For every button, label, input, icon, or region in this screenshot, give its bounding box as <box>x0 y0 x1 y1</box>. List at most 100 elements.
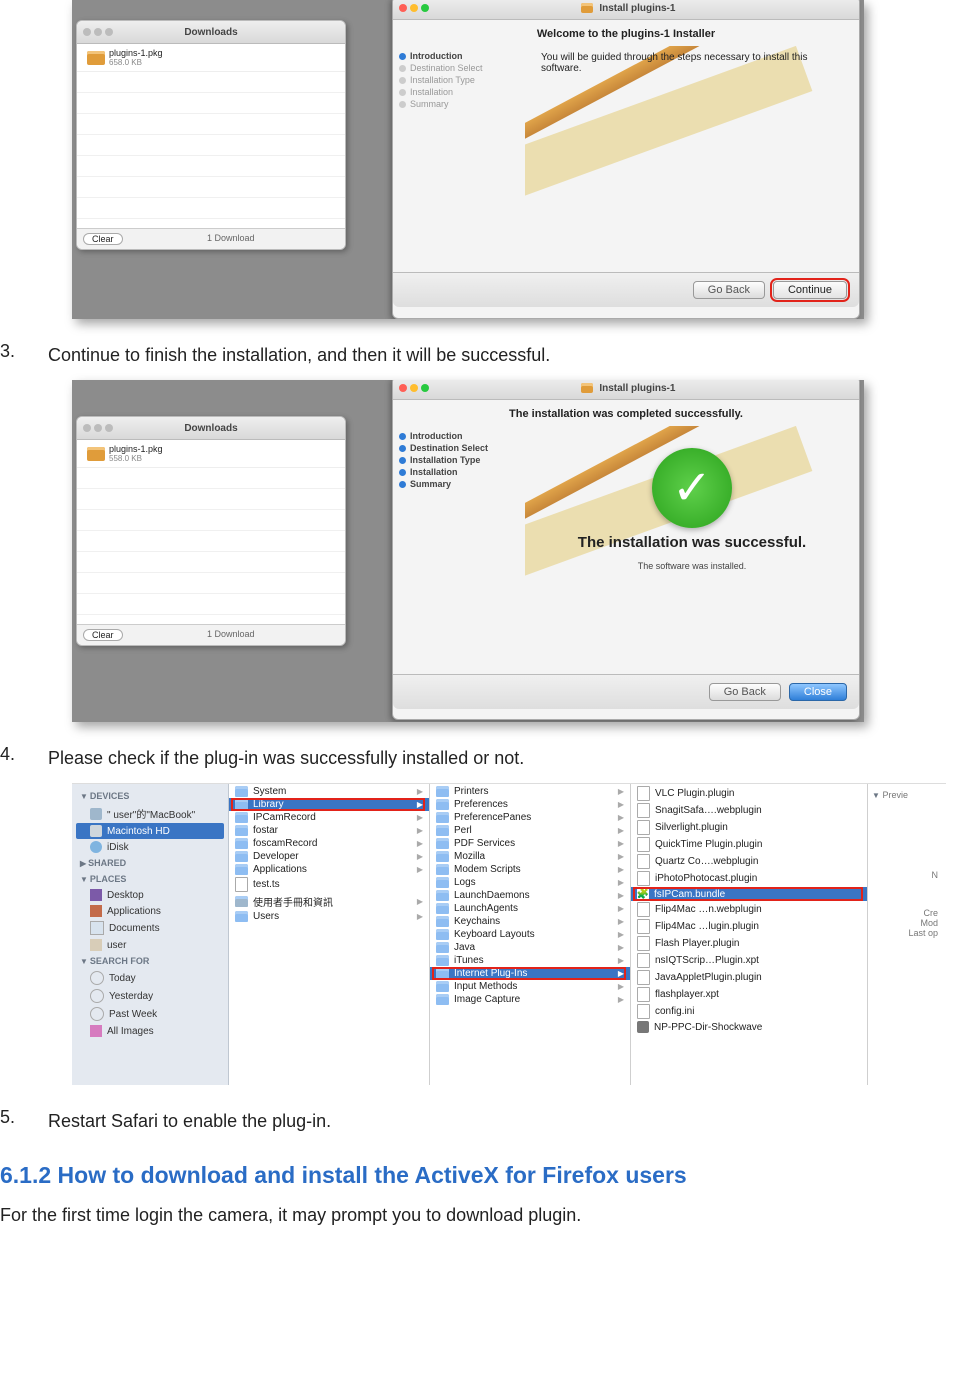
folder-fostar[interactable]: fostar▶ <box>229 824 429 837</box>
sidebar-device-idisk[interactable]: iDisk <box>72 839 228 855</box>
folder-developer[interactable]: Developer▶ <box>229 850 429 863</box>
preview-created-label: Cre <box>872 908 938 918</box>
plugin-shockwave[interactable]: NP-PPC-Dir-Shockwave <box>631 1020 867 1034</box>
step-introduction: Introduction <box>410 51 463 61</box>
download-item[interactable]: plugins-1.pkg 658.0 KB <box>77 44 345 72</box>
sidebar-place-user[interactable]: user <box>72 937 228 953</box>
folder-preferencepanes[interactable]: PreferencePanes▶ <box>430 811 630 824</box>
folder-launchagents[interactable]: LaunchAgents▶ <box>430 902 630 915</box>
sidebar-place-documents[interactable]: Documents <box>72 919 228 937</box>
sidebar-device-macintosh-hd[interactable]: Macintosh HD <box>76 823 224 839</box>
install-success-heading: The installation was successful. <box>541 534 843 551</box>
continue-button[interactable]: Continue <box>773 281 847 299</box>
close-button[interactable]: Close <box>789 683 847 701</box>
step-summary: Summary <box>410 479 451 489</box>
sidebar-header-devices: DEVICES <box>90 791 130 801</box>
downloads-window: Downloads plugins-1.pkg 558.0 KB Clear 1… <box>76 416 346 646</box>
folder-itunes[interactable]: iTunes▶ <box>430 954 630 967</box>
figure-installer-success: Downloads plugins-1.pkg 558.0 KB Clear 1… <box>72 380 864 722</box>
folder-perl[interactable]: Perl▶ <box>430 824 630 837</box>
folder-system[interactable]: System▶ <box>229 785 429 798</box>
step-summary: Summary <box>410 99 449 109</box>
plugin-fsipcam-bundle[interactable]: 🧩fsIPCam.bundle <box>631 887 867 901</box>
sidebar-device-macbook[interactable]: " user"的"MacBook" <box>72 804 228 823</box>
plugin-nsiqt[interactable]: nsIQTScrip…Plugin.xpt <box>631 952 867 969</box>
folder-preferences[interactable]: Preferences▶ <box>430 798 630 811</box>
folder-user-manual[interactable]: 使用者手冊和資訊▶ <box>229 893 429 910</box>
folder-java[interactable]: Java▶ <box>430 941 630 954</box>
folder-keyboard-layouts[interactable]: Keyboard Layouts▶ <box>430 928 630 941</box>
step-number: 5. <box>0 1107 28 1136</box>
installer-sidebar: Introduction Destination Select Installa… <box>393 426 525 674</box>
sidebar-header-places: PLACES <box>90 874 127 884</box>
heading-6-1-2: 6.1.2 How to download and install the Ac… <box>0 1162 976 1189</box>
folder-internet-plugins[interactable]: Internet Plug-Ins▶ <box>430 967 630 980</box>
download-filesize: 658.0 KB <box>109 58 163 67</box>
plugin-java-applet[interactable]: JavaAppletPlugin.plugin <box>631 969 867 986</box>
step-install-type: Installation Type <box>410 455 480 465</box>
installer-titlebar: Install plugins-1 <box>393 0 859 20</box>
plugin-vlc[interactable]: VLC Plugin.plugin <box>631 785 867 802</box>
file-test-ts[interactable]: test.ts <box>229 876 429 893</box>
plugin-quicktime[interactable]: QuickTime Plugin.plugin <box>631 836 867 853</box>
downloads-title: Downloads <box>77 27 345 38</box>
preview-lastopened-label: Last op <box>872 928 938 938</box>
step-introduction: Introduction <box>410 431 463 441</box>
sidebar-search-today[interactable]: Today <box>72 969 228 987</box>
downloads-titlebar: Downloads <box>77 21 345 44</box>
plugin-silverlight[interactable]: Silverlight.plugin <box>631 819 867 836</box>
folder-pdf-services[interactable]: PDF Services▶ <box>430 837 630 850</box>
folder-mozilla[interactable]: Mozilla▶ <box>430 850 630 863</box>
sidebar-search-yesterday[interactable]: Yesterday <box>72 987 228 1005</box>
preview-name-label: N <box>872 870 938 880</box>
sidebar-place-desktop[interactable]: Desktop <box>72 887 228 903</box>
step-4: 4. Please check if the plug-in was succe… <box>0 744 976 773</box>
installer-header: The installation was completed successfu… <box>393 400 859 426</box>
plugin-flashplayer-xpt[interactable]: flashplayer.xpt <box>631 986 867 1003</box>
folder-applications[interactable]: Applications▶ <box>229 863 429 876</box>
sidebar-search-all-images[interactable]: All Images <box>72 1023 228 1039</box>
step-text: Restart Safari to enable the plug-in. <box>48 1111 331 1132</box>
sidebar-search-past-week[interactable]: Past Week <box>72 1005 228 1023</box>
download-item[interactable]: plugins-1.pkg 558.0 KB <box>77 440 345 468</box>
sidebar-header-search: SEARCH FOR <box>90 956 150 966</box>
folder-ipcamrecord[interactable]: IPCamRecord▶ <box>229 811 429 824</box>
installer-sidebar: Introduction Destination Select Installa… <box>393 46 525 272</box>
plugin-iphoto[interactable]: iPhotoPhotocast.plugin <box>631 870 867 887</box>
plugin-flip4mac-1[interactable]: Flip4Mac …n.webplugin <box>631 901 867 918</box>
figure-installer-welcome: Downloads plugins-1.pkg 658.0 KB Clear 1… <box>72 0 864 319</box>
step-text: Continue to finish the installation, and… <box>48 345 550 366</box>
go-back-button[interactable]: Go Back <box>693 281 765 299</box>
package-icon <box>87 51 105 65</box>
downloads-title: Downloads <box>77 423 345 434</box>
folder-launchdaemons[interactable]: LaunchDaemons▶ <box>430 889 630 902</box>
package-icon <box>87 447 105 461</box>
folder-keychains[interactable]: Keychains▶ <box>430 915 630 928</box>
folder-input-methods[interactable]: Input Methods▶ <box>430 980 630 993</box>
folder-printers[interactable]: Printers▶ <box>430 785 630 798</box>
sidebar-header-shared: SHARED <box>88 858 126 868</box>
sidebar-place-applications[interactable]: Applications <box>72 903 228 919</box>
go-back-button[interactable]: Go Back <box>709 683 781 701</box>
clear-button[interactable]: Clear <box>83 233 123 245</box>
step-3: 3. Continue to finish the installation, … <box>0 341 976 370</box>
finder-column-2: Printers▶ Preferences▶ PreferencePanes▶ … <box>430 784 631 1085</box>
step-5: 5. Restart Safari to enable the plug-in. <box>0 1107 976 1136</box>
step-number: 4. <box>0 744 28 773</box>
folder-foscamrecord[interactable]: foscamRecord▶ <box>229 837 429 850</box>
package-icon <box>581 3 593 13</box>
plugin-flip4mac-2[interactable]: Flip4Mac …lugin.plugin <box>631 918 867 935</box>
folder-modem-scripts[interactable]: Modem Scripts▶ <box>430 863 630 876</box>
downloads-window: Downloads plugins-1.pkg 658.0 KB Clear 1… <box>76 20 346 250</box>
success-check-icon: ✓ <box>652 448 732 528</box>
plugin-flash-player[interactable]: Flash Player.plugin <box>631 935 867 952</box>
preview-modified-label: Mod <box>872 918 938 928</box>
file-config-ini[interactable]: config.ini <box>631 1003 867 1020</box>
folder-library[interactable]: Library▶ <box>229 798 429 811</box>
plugin-quartz[interactable]: Quartz Co….webplugin <box>631 853 867 870</box>
folder-image-capture[interactable]: Image Capture▶ <box>430 993 630 1006</box>
clear-button[interactable]: Clear <box>83 629 123 641</box>
folder-logs[interactable]: Logs▶ <box>430 876 630 889</box>
folder-users[interactable]: Users▶ <box>229 910 429 923</box>
plugin-snagit[interactable]: SnagitSafa….webplugin <box>631 802 867 819</box>
